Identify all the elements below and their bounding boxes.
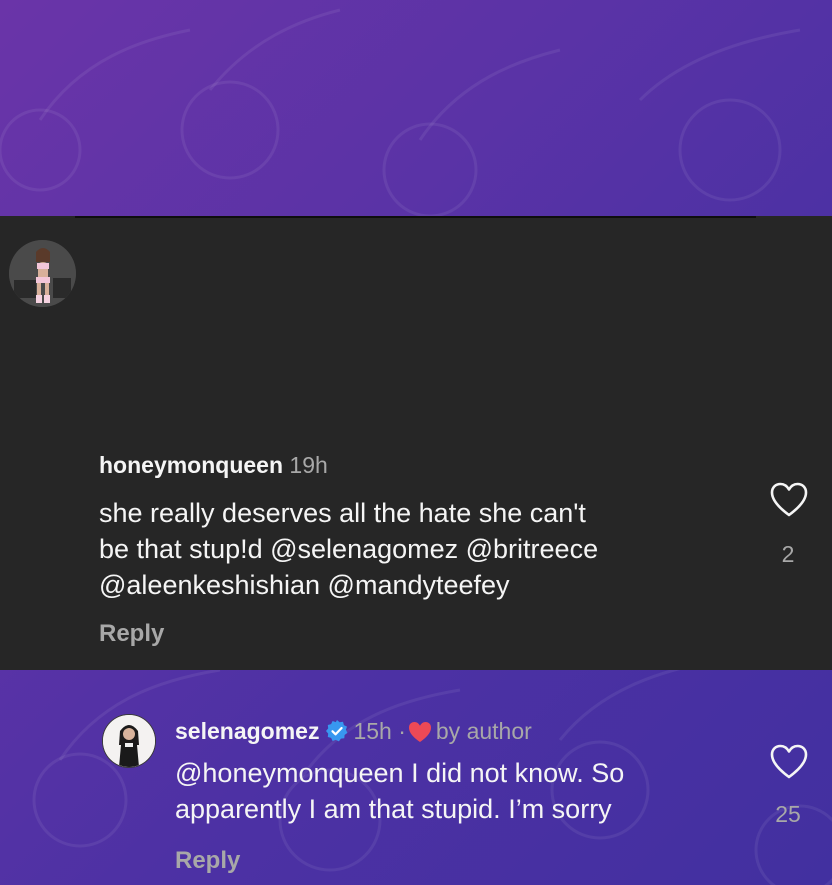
verified-badge-icon <box>326 720 348 742</box>
comment-line: @honeymonqueen I did not know. So <box>175 758 625 788</box>
comment-line: apparently I am that stupid. I’m sorry <box>175 794 612 824</box>
timestamp: 19h <box>289 452 328 478</box>
liked-by-author: by author <box>435 718 532 744</box>
avatar[interactable] <box>9 240 76 307</box>
like-count: 2 <box>781 541 795 567</box>
timestamp: 15h <box>353 718 392 744</box>
reply-button[interactable]: Reply <box>175 847 240 875</box>
comment-text: she really deserves all the hate she can… <box>99 495 598 603</box>
comment-line: she really deserves all the hate she can… <box>99 498 586 528</box>
avatar-image <box>9 240 76 307</box>
comment-line: @aleenkeshishian @mandyteefey <box>99 570 510 600</box>
avatar[interactable] <box>102 714 156 768</box>
comment-header: selenagomez 15h · by author <box>175 718 532 745</box>
heart-outline-icon[interactable] <box>770 482 808 518</box>
reply-button[interactable]: Reply <box>99 620 164 648</box>
separator-dot: · <box>398 718 406 744</box>
heart-outline-icon[interactable] <box>770 744 808 780</box>
comment-line: be that stup!d @selenagomez @britreece <box>99 534 599 564</box>
heart-filled-icon <box>408 722 431 742</box>
comment-text: @honeymonqueen I did not know. So appare… <box>175 755 624 827</box>
comments-panel: honeymonqueen 19h she really deserves al… <box>0 216 832 874</box>
avatar-image <box>103 715 155 767</box>
comment-header: honeymonqueen 19h <box>99 452 328 479</box>
username[interactable]: honeymonqueen <box>99 452 283 478</box>
like-count: 25 <box>775 801 801 827</box>
username[interactable]: selenagomez <box>175 718 319 744</box>
divider <box>75 216 756 218</box>
